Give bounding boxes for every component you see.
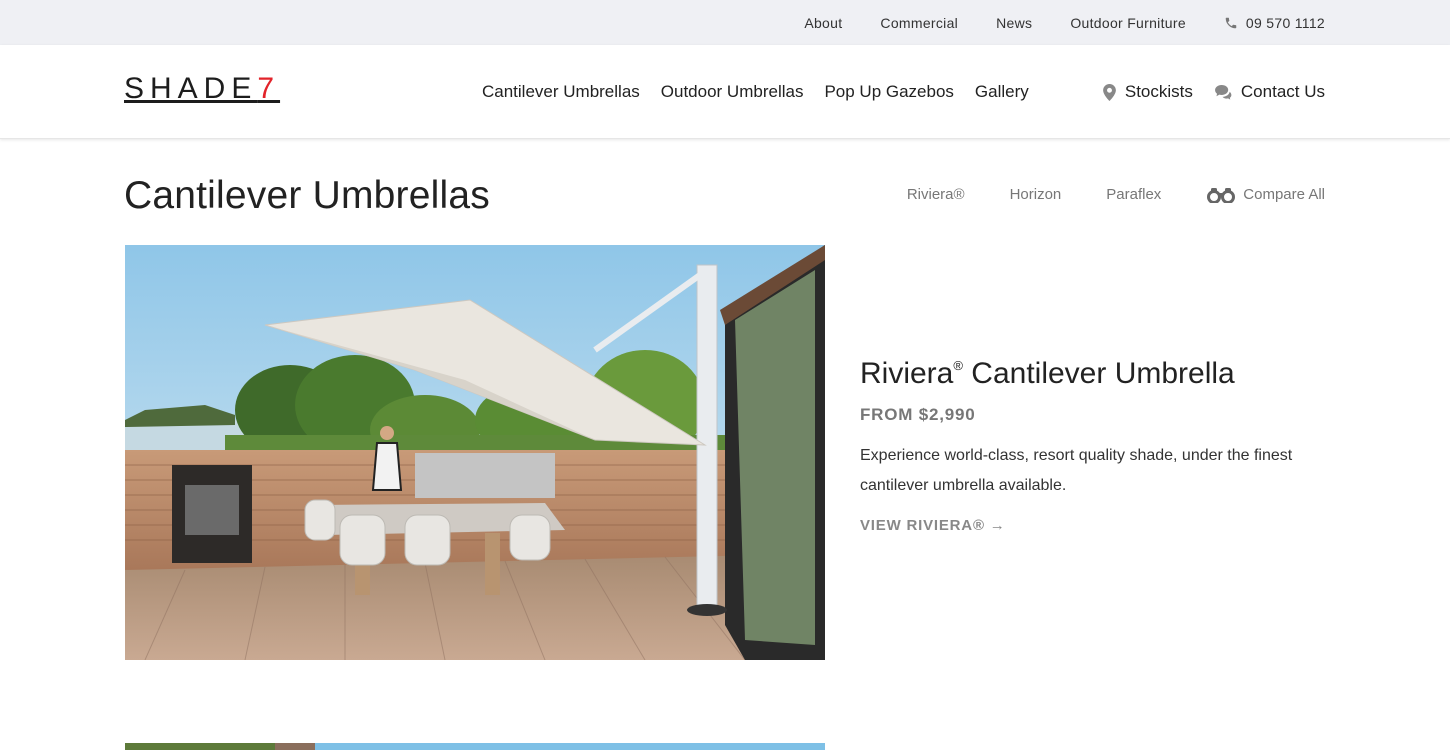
chat-bubbles-icon [1214, 84, 1232, 100]
logo-text: SHADE [124, 72, 258, 105]
nav-gallery[interactable]: Gallery [975, 82, 1029, 102]
subnav-horizon[interactable]: Horizon [1010, 186, 1062, 203]
contact-us-label: Contact Us [1240, 82, 1325, 101]
nav-cantilever-umbrellas[interactable]: Cantilever Umbrellas [482, 82, 640, 102]
phone-number: 09 570 1112 [1245, 14, 1325, 31]
bbq [415, 453, 555, 498]
product-name: Riviera [860, 357, 954, 390]
product-image-riviera[interactable] [125, 245, 825, 660]
subnav-compare-all[interactable]: Compare All [1206, 186, 1325, 203]
next-product-photo [125, 743, 825, 750]
header-right-nav: Stockists Contact Us [1081, 45, 1325, 139]
product-subnav: Riviera® Horizon Paraflex Compare All [862, 186, 1325, 203]
compare-all-label: Compare All [1243, 186, 1325, 203]
subnav-paraflex[interactable]: Paraflex [1106, 186, 1161, 203]
product-photo [125, 245, 825, 660]
main-header: SHADE 7 Cantilever Umbrellas Outdoor Umbr… [0, 45, 1450, 139]
registered-mark: ® [953, 358, 963, 373]
utility-bar: About Commercial News Outdoor Furniture … [0, 0, 1450, 45]
utility-link-about[interactable]: About [804, 15, 842, 31]
contact-us-link[interactable]: Contact Us [1214, 82, 1325, 102]
phone-icon [1225, 17, 1237, 28]
logo-accent: 7 [257, 72, 281, 105]
utility-link-news[interactable]: News [996, 15, 1032, 31]
utility-link-commercial[interactable]: Commercial [880, 15, 958, 31]
product-image-next[interactable] [125, 740, 825, 750]
stockists-label: Stockists [1124, 82, 1193, 101]
utility-link-outdoor-furniture[interactable]: Outdoor Furniture [1070, 15, 1186, 31]
product-card-riviera: Riviera® Cantilever Umbrella FROM $2,990… [860, 357, 1330, 535]
product-price: FROM $2,990 [860, 405, 976, 424]
nav-pop-up-gazebos[interactable]: Pop Up Gazebos [824, 82, 953, 102]
product-description: Experience world-class, resort quality s… [860, 447, 1293, 494]
phone-link[interactable]: 09 570 1112 [1224, 15, 1325, 31]
view-riviera-link[interactable]: VIEW RIVIERA® → [860, 517, 1006, 534]
product-title: Riviera® Cantilever Umbrella [860, 357, 1330, 391]
main-nav: Cantilever Umbrellas Outdoor Umbrellas P… [482, 45, 1050, 139]
stockists-link[interactable]: Stockists [1103, 82, 1193, 102]
logo[interactable]: SHADE 7 [124, 72, 280, 105]
map-pin-icon [1103, 83, 1116, 101]
subnav-riviera[interactable]: Riviera® [907, 186, 965, 203]
product-name-suffix: Cantilever Umbrella [971, 357, 1235, 390]
nav-outdoor-umbrellas[interactable]: Outdoor Umbrellas [661, 82, 804, 102]
utility-links: About Commercial News Outdoor Furniture … [804, 0, 1325, 45]
page-title: Cantilever Umbrellas [124, 174, 490, 217]
umbrella-pole [696, 264, 718, 611]
binoculars-icon [1207, 187, 1236, 203]
